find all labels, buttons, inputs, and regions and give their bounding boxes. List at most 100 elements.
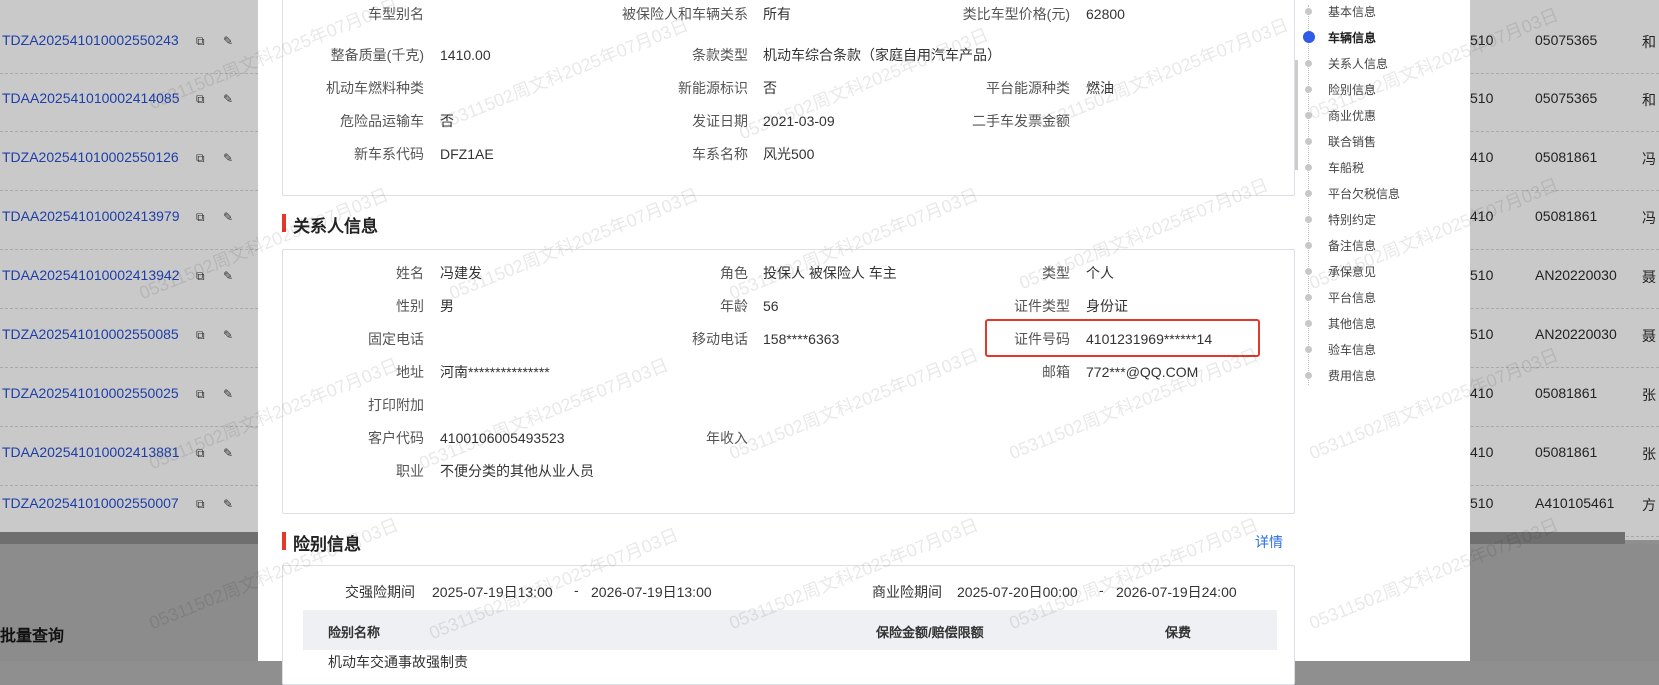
nav-item-platform-tax-arrears[interactable]: 平台欠税信息 <box>1301 184 1470 204</box>
nav-dot <box>1305 372 1312 379</box>
field-value: 4100106005493523 <box>440 430 565 446</box>
copy-icon[interactable]: ⧉ <box>196 329 208 341</box>
policy-number-link[interactable]: TDAA202541010002414085 <box>2 90 180 106</box>
edit-icon[interactable]: ✎ <box>223 211 235 223</box>
nav-item-inspection-info[interactable]: 验车信息 <box>1301 340 1470 360</box>
field-value: DFZ1AE <box>440 146 494 162</box>
field-value: 冯建发 <box>440 265 482 281</box>
nav-item-other-info[interactable]: 其他信息 <box>1301 314 1470 334</box>
nav-item-basic-info[interactable]: 基本信息 <box>1301 2 1470 22</box>
nav-label: 联合销售 <box>1328 135 1377 149</box>
policy-number-link[interactable]: TDZA202541010002550007 <box>2 495 179 511</box>
nav-dot <box>1305 164 1312 171</box>
cell: 05075365 <box>1535 90 1598 106</box>
edit-icon[interactable]: ✎ <box>223 388 235 400</box>
cell: AN20220030 <box>1535 267 1617 283</box>
vertical-scrollbar[interactable] <box>1295 60 1298 170</box>
risk-table-header: 险别名称 保险金额/赔偿限额 保费 <box>303 610 1277 650</box>
nav-label: 险别信息 <box>1328 83 1377 97</box>
field-value: 62800 <box>1086 6 1125 22</box>
edit-icon[interactable]: ✎ <box>223 35 235 47</box>
id-number-highlight-box <box>985 319 1260 357</box>
cell: 410 <box>1470 385 1494 401</box>
edit-icon[interactable]: ✎ <box>223 447 235 459</box>
field-value: 772***@QQ.COM <box>1086 364 1199 380</box>
cell: 张 <box>1642 387 1656 403</box>
edit-icon[interactable]: ✎ <box>223 152 235 164</box>
field-value: 男 <box>440 298 454 314</box>
commercial-end: 2026-07-19日24:00 <box>1116 584 1237 600</box>
cell: 冯 <box>1642 210 1656 226</box>
nav-dot <box>1305 242 1312 249</box>
dialog-main-content: 车型别名 被保险人和车辆关系 所有 类比车型价格(元) 62800 整备质量(千克)… <box>258 0 1301 685</box>
field-label: 固定电话 <box>368 331 424 347</box>
policy-number-link[interactable]: TDZA202541010002550126 <box>2 149 179 165</box>
batch-query-title: 批量查询 <box>0 628 65 645</box>
field-label: 危险品运输车 <box>340 113 424 129</box>
policy-number-link[interactable]: TDAA202541010002413881 <box>2 444 180 460</box>
field-label: 新能源标识 <box>678 80 748 96</box>
risk-detail-link[interactable]: 详情 <box>1255 532 1283 552</box>
edit-icon[interactable]: ✎ <box>223 329 235 341</box>
nav-label: 其他信息 <box>1328 317 1377 331</box>
nav-item-risk-info[interactable]: 险别信息 <box>1301 80 1470 100</box>
copy-icon[interactable]: ⧉ <box>196 93 208 105</box>
nav-item-platform-info[interactable]: 平台信息 <box>1301 288 1470 308</box>
nav-label: 商业优惠 <box>1328 109 1377 123</box>
field-label: 性别 <box>396 298 424 314</box>
policy-number-link[interactable]: TDZA202541010002550085 <box>2 326 179 342</box>
policy-number-link[interactable]: TDAA202541010002413979 <box>2 208 180 224</box>
nav-item-vehicle-info[interactable]: 车辆信息 <box>1301 28 1470 48</box>
nav-item-vehicle-tax[interactable]: 车船税 <box>1301 158 1470 178</box>
cell: 510 <box>1470 32 1494 48</box>
copy-icon[interactable]: ⧉ <box>196 211 208 223</box>
field-value: 否 <box>440 113 454 129</box>
nav-label: 基本信息 <box>1328 5 1377 19</box>
column-header: 保费 <box>1165 625 1192 640</box>
nav-dot <box>1305 8 1312 15</box>
nav-item-commercial-discount[interactable]: 商业优惠 <box>1301 106 1470 126</box>
copy-icon[interactable]: ⧉ <box>196 498 208 510</box>
cell: 410 <box>1470 444 1494 460</box>
nav-dot <box>1305 294 1312 301</box>
vehicle-info-panel <box>282 0 1295 196</box>
commercial-start: 2025-07-20日00:00 <box>957 584 1078 600</box>
cell: 聂 <box>1642 328 1656 344</box>
field-label: 类型 <box>1042 265 1070 281</box>
copy-icon[interactable]: ⧉ <box>196 270 208 282</box>
policy-number-link[interactable]: TDAA202541010002413942 <box>2 267 180 283</box>
field-value: 身份证 <box>1086 298 1128 314</box>
edit-icon[interactable]: ✎ <box>223 498 235 510</box>
compulsory-end: 2026-07-19日13:00 <box>591 584 712 600</box>
nav-dot <box>1305 86 1312 93</box>
nav-item-contact-info[interactable]: 关系人信息 <box>1301 54 1470 74</box>
field-label: 客户代码 <box>368 430 424 446</box>
policy-number-link[interactable]: TDZA202541010002550243 <box>2 32 179 48</box>
field-label: 被保险人和车辆关系 <box>622 6 748 22</box>
field-label: 证件类型 <box>1014 298 1070 314</box>
nav-item-fee-info[interactable]: 费用信息 <box>1301 366 1470 386</box>
policy-number-link[interactable]: TDZA202541010002550025 <box>2 385 179 401</box>
nav-label: 平台信息 <box>1328 291 1377 305</box>
nav-label: 特别约定 <box>1328 213 1377 227</box>
copy-icon[interactable]: ⧉ <box>196 152 208 164</box>
contact-info-panel <box>282 249 1295 514</box>
cell: 510 <box>1470 326 1494 342</box>
edit-icon[interactable]: ✎ <box>223 93 235 105</box>
nav-dot <box>1305 268 1312 275</box>
copy-icon[interactable]: ⧉ <box>196 447 208 459</box>
copy-icon[interactable]: ⧉ <box>196 388 208 400</box>
field-value: 机动车综合条款（家庭自用汽车产品） <box>763 47 1001 63</box>
section-title-contact: 关系人信息 <box>282 212 378 237</box>
nav-item-joint-sales[interactable]: 联合销售 <box>1301 132 1470 152</box>
nav-item-special-terms[interactable]: 特别约定 <box>1301 210 1470 230</box>
cell: 和 <box>1642 92 1656 108</box>
nav-dot <box>1305 138 1312 145</box>
nav-item-underwriting-opinion[interactable]: 承保意见 <box>1301 262 1470 282</box>
edit-icon[interactable]: ✎ <box>223 270 235 282</box>
cell: 510 <box>1470 267 1494 283</box>
field-label: 角色 <box>720 265 748 281</box>
nav-item-remarks[interactable]: 备注信息 <box>1301 236 1470 256</box>
copy-icon[interactable]: ⧉ <box>196 35 208 47</box>
commercial-separator: - <box>1099 582 1104 598</box>
